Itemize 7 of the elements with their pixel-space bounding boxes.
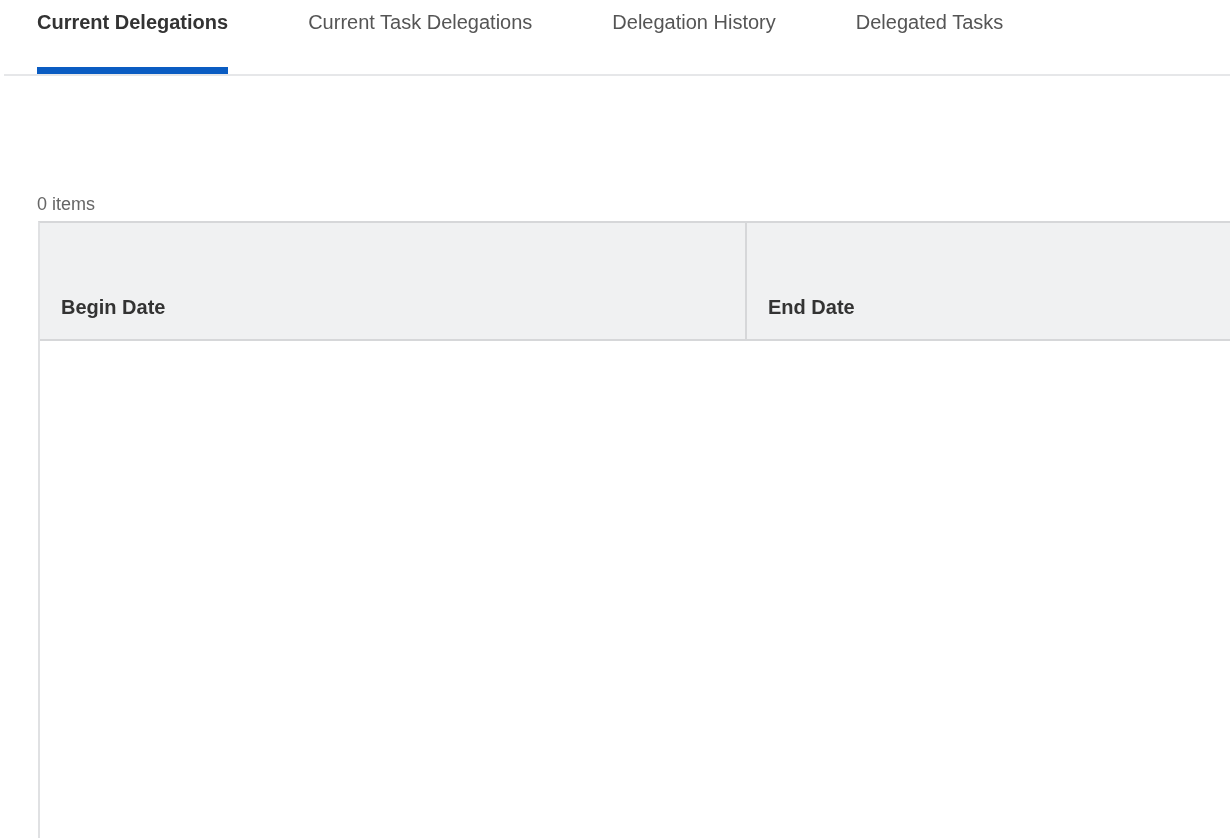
item-count: 0 items xyxy=(37,193,97,216)
tab[interactable]: Delegated Tasks xyxy=(855,0,1004,74)
column-header[interactable]: Begin Date xyxy=(40,223,747,339)
tab[interactable]: Current Task Delegations xyxy=(308,0,533,74)
tab[interactable]: Delegation History xyxy=(612,0,776,74)
tab[interactable]: Current Delegations xyxy=(37,0,229,74)
column-header[interactable]: End Date xyxy=(747,223,1230,339)
